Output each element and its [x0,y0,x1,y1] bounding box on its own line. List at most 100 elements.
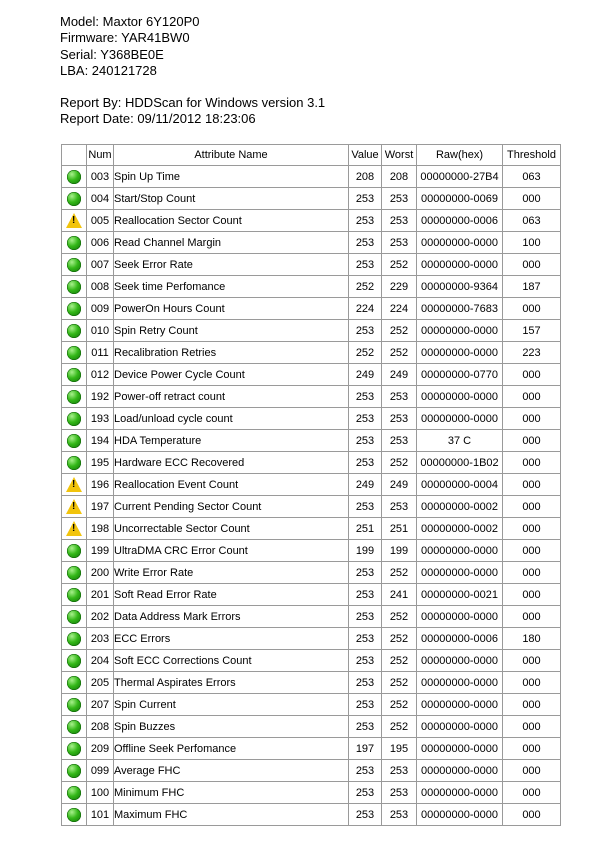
status-cell [61,627,87,650]
header-value: Value [348,144,382,166]
attribute-worst: 208 [381,165,417,188]
attribute-worst: 224 [381,297,417,320]
attribute-worst: 253 [381,231,417,254]
attribute-raw: 00000000-0006 [416,627,503,650]
table-row: 008 Seek time Perfomance 252 229 00000000-93… [61,275,561,298]
attribute-num: 009 [86,297,114,320]
attribute-raw: 00000000-0000 [416,781,503,804]
attribute-threshold: 187 [502,275,561,298]
attribute-worst: 251 [381,517,417,540]
status-cell [61,693,87,716]
attribute-value: 208 [348,165,382,188]
status-cell: ! [61,517,87,540]
attribute-worst: 253 [381,781,417,804]
header-status [61,144,87,166]
attribute-value: 253 [348,407,382,430]
attribute-value: 253 [348,561,382,584]
drive-info: Model: Maxtor 6Y120P0 Firmware: YAR41BW0… [60,14,325,128]
attribute-name: Read Channel Margin [113,231,349,254]
attribute-name: Minimum FHC [113,781,349,804]
attribute-name: Spin Buzzes [113,715,349,738]
exclamation-mark: ! [72,479,76,490]
attribute-name: Spin Current [113,693,349,716]
status-cell [61,649,87,672]
attribute-raw: 00000000-0000 [416,385,503,408]
attribute-name: ECC Errors [113,627,349,650]
status-cell [61,561,87,584]
attribute-num: 006 [86,231,114,254]
attribute-num: 199 [86,539,114,562]
model-line: Model: Maxtor 6Y120P0 [60,14,200,29]
attribute-value: 253 [348,451,382,474]
attribute-worst: 252 [381,649,417,672]
firmware-line: Firmware: YAR41BW0 [60,30,190,46]
warning-icon: ! [66,213,82,228]
table-row: 209 Offline Seek Perfomance 197 195 00000000… [61,737,561,760]
attribute-value: 253 [348,627,382,650]
report-by-line: Report By: HDDScan for Windows version 3… [60,95,326,111]
attribute-raw: 00000000-0000 [416,407,503,430]
attribute-worst: 253 [381,495,417,518]
attribute-threshold: 063 [502,209,561,232]
table-header-row: Num Attribute Name Value Worst Raw(hex) … [61,144,561,166]
attribute-value: 253 [348,759,382,782]
attribute-name: Maximum FHC [113,803,349,826]
table-row: 009 PowerOn Hours Count 224 224 00000000-768… [61,297,561,320]
attribute-name: Spin Retry Count [113,319,349,342]
attribute-num: 195 [86,451,114,474]
attribute-value: 253 [348,693,382,716]
status-cell [61,583,87,606]
ok-status-icon [67,433,81,448]
table-row: 194 HDA Temperature 253 253 37 C 000 [61,429,561,452]
attribute-name: Recalibration Retries [113,341,349,364]
warning-icon: ! [66,477,82,492]
table-row: ! 197 Current Pending Sector Count 253 253 00… [61,495,561,518]
serial-line: Serial: Y368BE0E [60,46,164,62]
attribute-threshold: 000 [502,407,561,430]
attribute-worst: 199 [381,539,417,562]
attribute-value: 253 [348,803,382,826]
header-worst: Worst [381,144,417,166]
ok-status-icon [67,785,81,800]
status-cell [61,231,87,254]
attribute-threshold: 063 [502,165,561,188]
attribute-name: Seek Error Rate [113,253,349,276]
attribute-name: Load/unload cycle count [113,407,349,430]
attribute-value: 253 [348,253,382,276]
attribute-name: Average FHC [113,759,349,782]
status-cell [61,187,87,210]
attribute-name: Start/Stop Count [113,187,349,210]
attribute-num: 194 [86,429,114,452]
table-row: 192 Power-off retract count 253 253 00000000… [61,385,561,408]
smart-attributes-table: Num Attribute Name Value Worst Raw(hex) … [61,144,561,826]
attribute-raw: 37 C [416,429,503,452]
attribute-threshold: 000 [502,517,561,540]
attribute-value: 253 [348,319,382,342]
table-row: 208 Spin Buzzes 253 252 00000000-0000 000 [61,715,561,738]
attribute-value: 253 [348,495,382,518]
attribute-raw: 00000000-0000 [416,319,503,342]
attribute-num: 201 [86,583,114,606]
attribute-threshold: 157 [502,319,561,342]
attribute-worst: 252 [381,451,417,474]
exclamation-mark: ! [72,501,76,512]
attribute-num: 192 [86,385,114,408]
attribute-threshold: 000 [502,385,561,408]
header-attribute-name: Attribute Name [113,144,349,166]
status-cell: ! [61,209,87,232]
attribute-worst: 252 [381,671,417,694]
attribute-value: 253 [348,715,382,738]
attribute-threshold: 000 [502,715,561,738]
attribute-worst: 252 [381,561,417,584]
ok-status-icon [67,411,81,426]
table-row: 010 Spin Retry Count 253 252 00000000-0000 15… [61,319,561,342]
attribute-num: 202 [86,605,114,628]
attribute-threshold: 000 [502,473,561,496]
ok-status-icon [67,807,81,822]
table-row: 006 Read Channel Margin 253 253 00000000-000… [61,231,561,254]
table-row: 207 Spin Current 253 252 00000000-0000 000 [61,693,561,716]
table-row: 203 ECC Errors 253 252 00000000-0006 180 [61,627,561,650]
attribute-value: 253 [348,385,382,408]
attribute-num: 010 [86,319,114,342]
status-cell [61,385,87,408]
